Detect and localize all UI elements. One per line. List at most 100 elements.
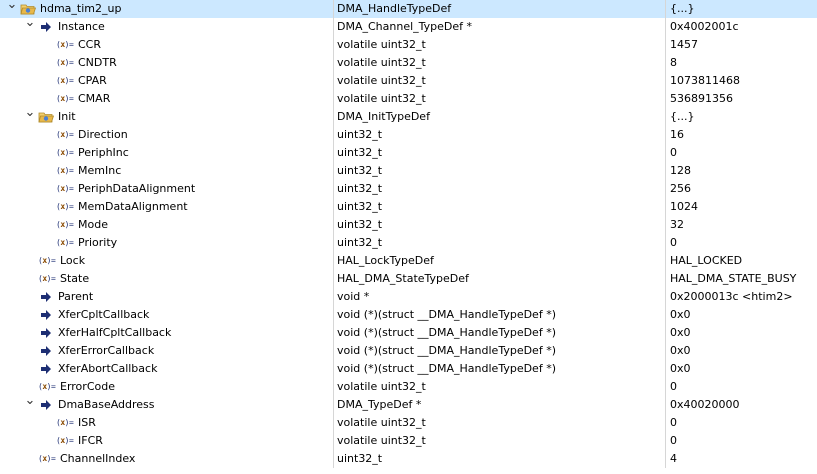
value-cell[interactable]: 0 [670,234,817,252]
value-cell[interactable]: {...} [670,108,817,126]
value-cell[interactable]: 32 [670,216,817,234]
column-separator [665,18,666,36]
name-cell: (x)= State [0,270,330,288]
column-separator [333,0,334,18]
name-cell: (x)= Lock [0,252,330,270]
tree-row-cndtr[interactable]: (x)= CNDTR volatile uint32_t 8 [0,54,817,72]
tree-row-channelindex[interactable]: (x)= ChannelIndex uint32_t 4 [0,450,817,468]
value-cell[interactable]: {...} [670,0,817,18]
tree-row-periphinc[interactable]: (x)= PeriphInc uint32_t 0 [0,144,817,162]
value-cell[interactable]: 0x40020000 [670,396,817,414]
value-cell[interactable]: 0 [670,144,817,162]
variable-icon: (x)= [38,454,56,463]
variable-name: CCR [78,38,102,51]
tree-row-isr[interactable]: (x)= ISR volatile uint32_t 0 [0,414,817,432]
tree-row-lock[interactable]: (x)= Lock HAL_LockTypeDef HAL_LOCKED [0,252,817,270]
variable-icon: (x)= [56,436,74,445]
tree-row-periphdataalignment[interactable]: (x)= PeriphDataAlignment uint32_t 256 [0,180,817,198]
variable-icon: (x)= [56,94,74,103]
value-cell[interactable]: 4 [670,450,817,468]
variable-name: CMAR [78,92,111,105]
value-cell[interactable]: 128 [670,162,817,180]
value-cell[interactable]: 1457 [670,36,817,54]
pointer-arrow-icon [40,326,52,340]
tree-row-cpar[interactable]: (x)= CPAR volatile uint32_t 1073811468 [0,72,817,90]
expand-chevron-icon[interactable]: ⌄ [24,106,36,126]
column-separator [665,180,666,198]
column-separator [665,288,666,306]
tree-row-xfererrorcallback[interactable]: XferErrorCallback void (*)(struct __DMA_H… [0,342,817,360]
name-cell: (x)= PeriphDataAlignment [0,180,330,198]
column-separator [665,306,666,324]
struct-open-folder-icon [38,110,55,124]
variable-icon: (x)= [56,418,74,427]
value-cell[interactable]: 0 [670,432,817,450]
tree-row-priority[interactable]: (x)= Priority uint32_t 0 [0,234,817,252]
column-separator [665,0,666,18]
value-cell[interactable]: 0x4002001c [670,18,817,36]
value-cell[interactable]: 0x2000013c <htim2> [670,288,817,306]
pointer-arrow-icon [40,362,52,376]
column-separator [665,234,666,252]
pointer-arrow-icon [40,290,52,304]
tree-row-instance[interactable]: ⌄ Instance DMA_Channel_TypeDef * 0x4002001c [0,16,817,36]
name-cell: (x)= Mode [0,216,330,234]
tree-row-meminc[interactable]: (x)= MemInc uint32_t 128 [0,162,817,180]
tree-row-xferhalfcpltcallback[interactable]: XferHalfCpltCallback void (*)(struct __DM… [0,324,817,342]
value-cell[interactable]: 0x0 [670,324,817,342]
column-separator [665,108,666,126]
value-cell[interactable]: 256 [670,180,817,198]
variable-name: IFCR [78,434,103,447]
name-cell: (x)= CMAR [0,90,330,108]
value-cell[interactable]: 16 [670,126,817,144]
name-cell: (x)= CNDTR [0,54,330,72]
value-cell[interactable]: 0 [670,378,817,396]
value-cell[interactable]: 8 [670,54,817,72]
column-separator [665,90,666,108]
tree-row-memdataalignment[interactable]: (x)= MemDataAlignment uint32_t 1024 [0,198,817,216]
column-separator [665,324,666,342]
column-separator [665,378,666,396]
name-cell: (x)= Direction [0,126,330,144]
value-cell[interactable]: 536891356 [670,90,817,108]
column-separator [333,144,334,162]
variable-name: ISR [78,416,96,429]
tree-row-ifcr[interactable]: (x)= IFCR volatile uint32_t 0 [0,432,817,450]
tree-row-errorcode[interactable]: (x)= ErrorCode volatile uint32_t 0 [0,378,817,396]
value-cell[interactable]: 0x0 [670,306,817,324]
column-separator [333,54,334,72]
tree-row-xfercpltcallback[interactable]: XferCpltCallback void (*)(struct __DMA_Ha… [0,306,817,324]
tree-row-mode[interactable]: (x)= Mode uint32_t 32 [0,216,817,234]
tree-row-state[interactable]: (x)= State HAL_DMA_StateTypeDef HAL_DMA_STA… [0,270,817,288]
value-cell[interactable]: 1073811468 [670,72,817,90]
column-separator [333,18,334,36]
value-cell[interactable]: HAL_DMA_STATE_BUSY [670,270,817,288]
variable-name: Priority [78,236,118,249]
variable-name: hdma_tim2_up [40,2,122,15]
column-separator [665,342,666,360]
expand-chevron-icon[interactable]: ⌄ [6,0,18,18]
tree-row-cmar[interactable]: (x)= CMAR volatile uint32_t 536891356 [0,90,817,108]
value-cell[interactable]: 0x0 [670,360,817,378]
column-separator [333,414,334,432]
tree-row-dmabaseaddress[interactable]: ⌄ DmaBaseAddress DMA_TypeDef * 0x40020000 [0,394,817,414]
column-separator [665,216,666,234]
tree-row-direction[interactable]: (x)= Direction uint32_t 16 [0,126,817,144]
value-cell[interactable]: 1024 [670,198,817,216]
type-cell: uint32_t [337,146,383,159]
name-cell: Parent [0,288,330,306]
pointer-arrow-icon [40,398,52,412]
column-separator [333,396,334,414]
tree-row-parent[interactable]: Parent void * 0x2000013c <htim2> [0,288,817,306]
name-cell: XferCpltCallback [0,306,330,324]
value-cell[interactable]: 0x0 [670,342,817,360]
value-cell[interactable]: 0 [670,414,817,432]
tree-row-xferabortcallback[interactable]: XferAbortCallback void (*)(struct __DMA_H… [0,360,817,378]
tree-row-init[interactable]: ⌄ Init DMA_InitTypeDef {...} [0,106,817,126]
expand-chevron-icon[interactable]: ⌄ [24,394,36,414]
expand-chevron-icon[interactable]: ⌄ [24,16,36,36]
value-cell[interactable]: HAL_LOCKED [670,252,817,270]
tree-row-ccr[interactable]: (x)= CCR volatile uint32_t 1457 [0,36,817,54]
tree-row-hdma_tim2_up[interactable]: ⌄ hdma_tim2_up DMA_HandleTypeDef {...} [0,0,817,18]
variable-icon: (x)= [56,220,74,229]
